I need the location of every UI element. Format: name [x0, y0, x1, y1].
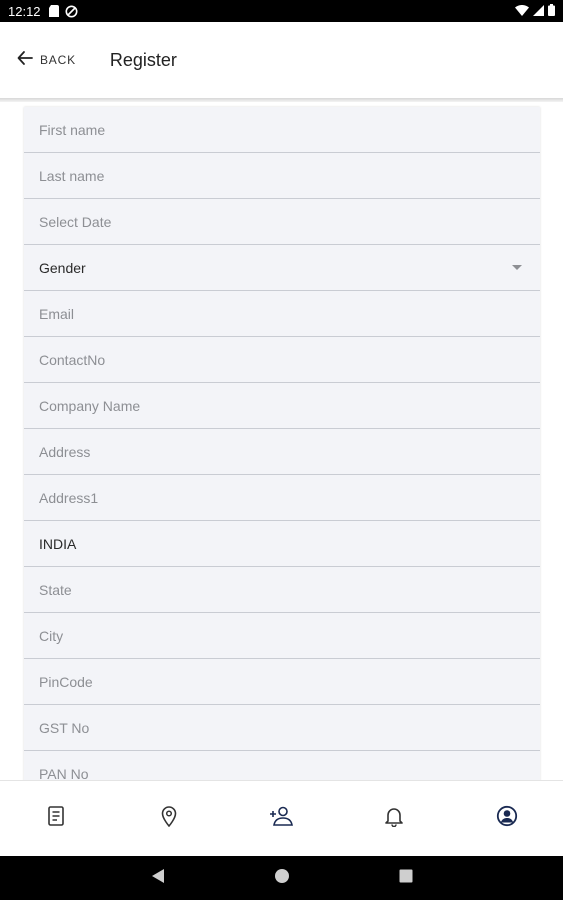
- back-triangle-icon: [151, 868, 165, 889]
- state-input[interactable]: State: [24, 567, 540, 613]
- location-pin-icon: [159, 805, 179, 832]
- add-user-icon: [269, 805, 294, 832]
- email-input[interactable]: Email: [24, 291, 540, 337]
- bell-icon: [384, 805, 404, 832]
- address-input[interactable]: Address: [24, 429, 540, 475]
- first-name-input[interactable]: First name: [24, 107, 540, 153]
- register-form: First name Last name Select Date Gender …: [24, 107, 540, 780]
- data-saver-icon: [65, 5, 78, 18]
- nav-documents[interactable]: [26, 789, 86, 849]
- signal-icon: [533, 4, 544, 19]
- home-circle-icon: [274, 868, 290, 889]
- company-name-input[interactable]: Company Name: [24, 383, 540, 429]
- nav-location[interactable]: [139, 789, 199, 849]
- status-icons: [515, 3, 555, 19]
- address1-input[interactable]: Address1: [24, 475, 540, 521]
- wifi-icon: [515, 4, 529, 19]
- gst-number-input[interactable]: GST No: [24, 705, 540, 751]
- status-bar: 12:12: [0, 0, 563, 22]
- system-navigation-bar: [0, 856, 563, 900]
- back-button[interactable]: BACK: [16, 49, 76, 72]
- document-icon: [46, 805, 66, 832]
- battery-icon: [548, 3, 555, 19]
- city-input[interactable]: City: [24, 613, 540, 659]
- arrow-left-icon: [16, 49, 34, 72]
- profile-icon: [496, 805, 518, 832]
- pincode-input[interactable]: PinCode: [24, 659, 540, 705]
- nav-register[interactable]: [251, 789, 311, 849]
- back-label: BACK: [40, 53, 76, 67]
- gender-select-value: Gender: [39, 259, 86, 276]
- register-form-scroll[interactable]: First name Last name Select Date Gender …: [0, 102, 563, 780]
- system-home-button[interactable]: [270, 866, 294, 890]
- recents-square-icon: [399, 869, 413, 888]
- dropdown-arrow-icon: [512, 265, 522, 270]
- nav-profile[interactable]: [477, 789, 537, 849]
- bottom-navigation: [0, 780, 563, 856]
- date-picker-input[interactable]: Select Date: [24, 199, 540, 245]
- nav-notifications[interactable]: [364, 789, 424, 849]
- pan-number-input[interactable]: PAN No: [24, 751, 540, 781]
- contact-number-input[interactable]: ContactNo: [24, 337, 540, 383]
- app-bar: BACK Register: [0, 22, 563, 98]
- last-name-input[interactable]: Last name: [24, 153, 540, 199]
- system-recents-button[interactable]: [394, 866, 418, 890]
- status-time: 12:12: [8, 3, 41, 19]
- sd-card-icon: [48, 5, 59, 17]
- page-title: Register: [109, 49, 177, 70]
- gender-select[interactable]: Gender: [24, 245, 540, 291]
- country-input[interactable]: INDIA: [24, 521, 540, 567]
- system-back-button[interactable]: [146, 866, 170, 890]
